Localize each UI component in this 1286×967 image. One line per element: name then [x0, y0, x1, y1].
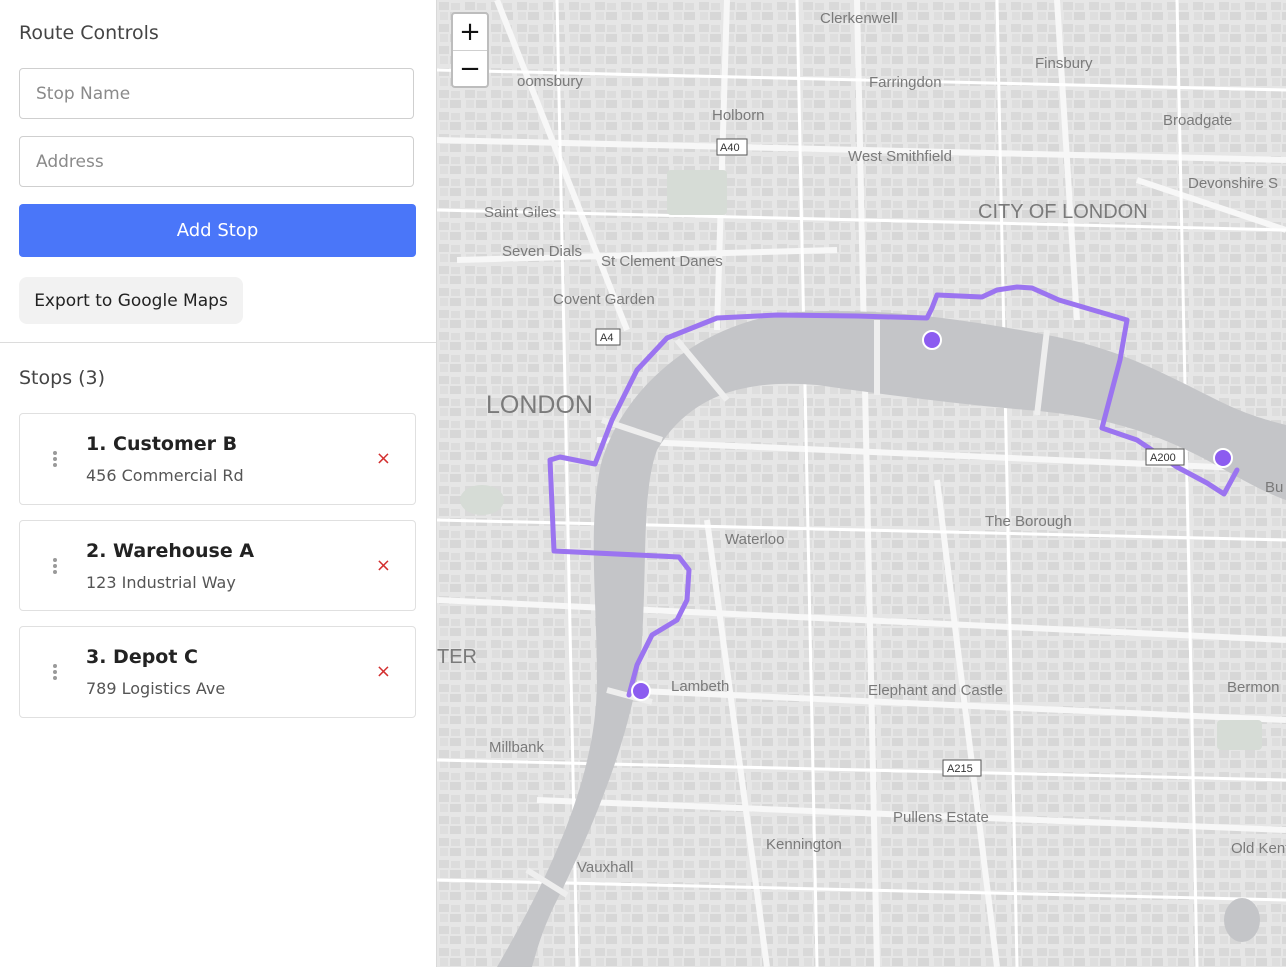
add-stop-button[interactable]: Add Stop [19, 204, 416, 257]
label-old-kent: Old Kent [1231, 840, 1286, 857]
map-view[interactable]: Clerkenwell Finsbury oomsbury Farringdon… [437, 0, 1286, 967]
label-west-smithfield: West Smithfield [848, 148, 952, 165]
stop-marker[interactable] [922, 330, 942, 350]
label-elephant-castle: Elephant and Castle [868, 682, 1003, 699]
drag-handle-icon[interactable] [50, 556, 60, 576]
label-seven-dials: Seven Dials [502, 243, 582, 260]
zoom-in-button[interactable]: + [453, 14, 487, 51]
label-broadgate: Broadgate [1163, 112, 1232, 129]
label-lambeth: Lambeth [671, 678, 729, 695]
export-google-maps-button[interactable]: Export to Google Maps [19, 277, 243, 324]
stop-card[interactable]: 2. Warehouse A 123 Industrial Way × [19, 520, 416, 611]
remove-stop-icon[interactable]: × [376, 450, 391, 468]
label-pullens-estate: Pullens Estate [893, 809, 989, 826]
remove-stop-icon[interactable]: × [376, 663, 391, 681]
stop-card[interactable]: 3. Depot C 789 Logistics Ave × [19, 626, 416, 718]
map-canvas[interactable]: Clerkenwell Finsbury oomsbury Farringdon… [437, 0, 1286, 967]
label-covent-garden: Covent Garden [553, 291, 655, 308]
label-bloomsbury: oomsbury [517, 73, 583, 90]
stop-name: 1. Customer B [86, 433, 238, 455]
label-holborn: Holborn [712, 107, 765, 124]
label-clerkenwell: Clerkenwell [820, 10, 898, 27]
stop-address: 456 Commercial Rd [86, 466, 244, 485]
address-input[interactable] [19, 136, 414, 187]
label-bermon: Bermon [1227, 679, 1280, 696]
label-saint-giles: Saint Giles [484, 204, 557, 221]
label-devonshire: Devonshire S [1188, 175, 1278, 192]
stop-address: 123 Industrial Way [86, 573, 236, 592]
panel-title: Route Controls [19, 22, 159, 44]
label-london: LONDON [486, 391, 593, 419]
label-millbank: Millbank [489, 739, 545, 756]
label-a200: A200 [1150, 452, 1176, 464]
label-farringdon: Farringdon [869, 74, 942, 91]
divider [0, 342, 436, 343]
label-waterloo: Waterloo [725, 531, 784, 548]
stop-card[interactable]: 1. Customer B 456 Commercial Rd × [19, 413, 416, 505]
label-a4: A4 [600, 332, 613, 344]
label-vauxhall: Vauxhall [577, 859, 633, 876]
pond [1224, 898, 1260, 942]
label-a215: A215 [947, 763, 973, 775]
label-bu: Bu [1265, 479, 1283, 496]
label-st-clement-danes: St Clement Danes [601, 253, 723, 270]
remove-stop-icon[interactable]: × [376, 556, 391, 575]
stop-name-input[interactable] [19, 68, 414, 119]
label-city-of-london: CITY OF LONDON [978, 201, 1148, 223]
label-the-borough: The Borough [985, 513, 1072, 530]
stop-marker[interactable] [631, 681, 651, 701]
stop-marker[interactable] [1213, 448, 1233, 468]
drag-handle-icon[interactable] [50, 662, 60, 682]
label-finsbury: Finsbury [1035, 55, 1093, 72]
drag-handle-icon[interactable] [50, 449, 60, 469]
zoom-control: + − [451, 12, 489, 88]
stop-address: 789 Logistics Ave [86, 679, 226, 698]
zoom-out-button[interactable]: − [453, 51, 487, 87]
stops-heading: Stops (3) [19, 367, 106, 389]
label-kennington: Kennington [766, 836, 842, 853]
label-a40: A40 [720, 142, 740, 154]
route-sidebar: Route Controls Add Stop Export to Google… [0, 0, 437, 967]
stop-name: 3. Depot C [86, 646, 199, 668]
stop-name: 2. Warehouse A [86, 540, 255, 562]
label-ter: TER [437, 646, 477, 668]
